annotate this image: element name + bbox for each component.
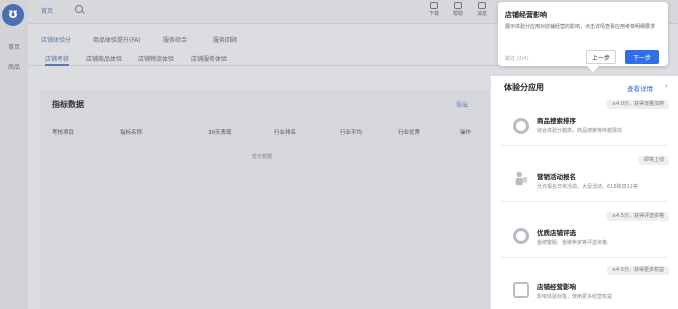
guide-popover: 店铺经营影响 展示体验分应用对店铺经营的影响，点击详情查看应用考核明细要求 跳过…	[498, 2, 668, 72]
tab-store-logistics[interactable]: 店铺物流体验	[138, 54, 174, 63]
primary-tabs: 店铺体验分 商品体验提升(FA) 服务综合 服务回顾	[28, 32, 498, 46]
column-header: 行业平均	[340, 130, 363, 136]
app-card-store-operation[interactable]: ≥4.5分，获得更多权益 店铺经营影响 影响体验标签，使用更多经营权益	[501, 266, 669, 308]
divider	[501, 257, 669, 258]
top-home-link[interactable]: 首页	[41, 6, 53, 15]
divider	[501, 145, 669, 146]
chevron-right-icon[interactable]: ›	[665, 82, 668, 90]
drawer-title: 体验分应用	[504, 83, 544, 92]
messages-button[interactable]: 消息	[472, 2, 492, 17]
card-badge: 即将上线	[638, 156, 669, 165]
tab-service-review[interactable]: 服务回顾	[213, 35, 237, 44]
skip-step-link[interactable]: 跳过 (3/4)	[505, 55, 529, 62]
card-description: 影响体验标签，使用更多经营权益	[537, 294, 613, 300]
column-header: 指标名称	[120, 130, 143, 136]
card-badge: ≥4.5分，获得评选资格	[606, 212, 669, 221]
search-boost-icon	[513, 118, 529, 134]
tab-service-summary[interactable]: 服务综合	[163, 35, 187, 44]
column-header: 行业排名	[274, 130, 297, 136]
help-icon	[454, 2, 462, 9]
tab-store-service[interactable]: 店铺服务体验	[191, 54, 227, 63]
tab-store-products[interactable]: 店铺商品体验	[86, 54, 122, 63]
app-card-quality-store[interactable]: ≥4.5分，获得评选资格 优质店铺评选 金牌客服、金牌卖家等评选资格	[501, 212, 669, 258]
card-title: 优质店铺评选	[537, 229, 576, 237]
popover-title: 店铺经营影响	[505, 11, 547, 19]
download-icon	[430, 2, 438, 9]
previous-step-button[interactable]: 上一步	[586, 50, 616, 64]
column-header: 30天表现	[208, 130, 232, 136]
metrics-panel: 指标数据 导出 考核项目 指标名称 30天表现 行业排名 行业平均 行业优秀 操…	[40, 90, 490, 309]
popover-arrow	[587, 66, 599, 72]
export-link[interactable]: 导出	[456, 100, 468, 109]
card-title: 店铺经营影响	[537, 283, 576, 291]
column-header: 考核项目	[52, 130, 75, 136]
tab-product-experience[interactable]: 商品体验提升(FA)	[93, 35, 141, 44]
app-logo: ʊ	[2, 4, 24, 26]
help-button[interactable]: 帮助	[448, 2, 468, 17]
column-header: 操作	[460, 130, 472, 136]
campaign-icon	[513, 170, 529, 186]
left-sidebar: ʊ 首页 商品	[0, 0, 28, 309]
column-header: 行业优秀	[398, 130, 421, 136]
table-header: 考核项目 指标名称 30天表现 行业排名 行业平均 行业优秀 操作	[40, 125, 490, 139]
card-description: 允许报名日常活动、大促活动、618和双11等	[537, 184, 638, 190]
nav-item-home[interactable]: 首页	[0, 42, 28, 51]
search-icon[interactable]	[75, 5, 83, 13]
next-step-button[interactable]: 下一步	[625, 50, 659, 64]
panel-title: 指标数据	[52, 100, 84, 109]
store-icon	[513, 282, 529, 298]
secondary-tabs: 店铺考核 店铺商品体验 店铺物流体验 店铺服务体验	[28, 50, 498, 66]
card-title: 商品搜索排序	[537, 117, 576, 125]
tab-store-assessment[interactable]: 店铺考核	[45, 54, 70, 66]
empty-state-text: 暂无数据	[252, 154, 273, 160]
help-label: 帮助	[452, 11, 463, 17]
download-button[interactable]: 下载	[424, 2, 444, 17]
tab-store-experience[interactable]: 店铺体验分	[41, 35, 71, 44]
award-icon	[513, 228, 529, 244]
card-badge: ≥4.5分，获得更多权益	[606, 266, 669, 275]
messages-label: 消息	[476, 11, 487, 17]
card-badge: ≥4.0分，获得流量加持	[606, 100, 669, 109]
app-card-campaign-signup[interactable]: 即将上线 营销活动报名 允许报名日常活动、大促活动、618和双11等	[501, 156, 669, 202]
card-title: 营销活动报名	[537, 173, 576, 181]
experience-app-drawer: 体验分应用 查看详情 › ≥4.0分，获得流量加持 商品搜索排序 综合体验分越高…	[490, 76, 678, 309]
download-label: 下载	[428, 11, 439, 17]
nav-item-products[interactable]: 商品	[0, 62, 28, 71]
popover-description: 展示体验分应用对店铺经营的影响，点击详情查看应用考核明细要求	[505, 24, 656, 30]
view-details-link[interactable]: 查看详情	[627, 83, 653, 93]
card-description: 金牌客服、金牌卖家等评选资格	[537, 240, 608, 246]
divider	[501, 201, 669, 202]
bell-icon	[478, 2, 486, 9]
app-card-search-ranking[interactable]: ≥4.0分，获得流量加持 商品搜索排序 综合体验分越高，商品搜索排序越靠前	[501, 100, 669, 146]
card-description: 综合体验分越高，商品搜索排序越靠前	[537, 128, 623, 134]
